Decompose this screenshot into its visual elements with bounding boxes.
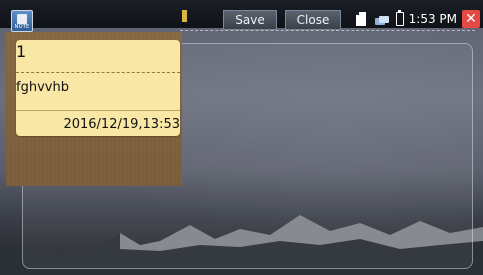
note-body: fghvvhb (16, 80, 69, 95)
editor-line (180, 30, 475, 31)
save-button[interactable]: Save (223, 10, 277, 30)
note-datetime: 2016/12/19,13:53 (63, 117, 180, 132)
notification-icon (374, 13, 390, 25)
battery-icon (395, 10, 404, 26)
clock-time: 1:53 PM (408, 12, 457, 26)
app-icon-label: NOTE (14, 24, 30, 30)
notepad-icon (17, 14, 27, 24)
notes-list-sidebar: 1 fghvvhb 2016/12/19,13:53 (6, 32, 182, 186)
note-title: 1 (16, 42, 27, 61)
sd-card-icon (355, 12, 366, 26)
note-divider (16, 72, 180, 73)
close-button[interactable]: Close (285, 10, 341, 30)
note-divider (16, 110, 180, 111)
note-app-icon[interactable]: NOTE (11, 10, 33, 32)
note-list-item[interactable]: 1 fghvvhb 2016/12/19,13:53 (16, 40, 180, 136)
note-tab-indicator (182, 10, 187, 22)
close-icon[interactable]: ✕ (462, 10, 480, 28)
system-status-area: 1:53 PM ✕ (355, 10, 483, 28)
